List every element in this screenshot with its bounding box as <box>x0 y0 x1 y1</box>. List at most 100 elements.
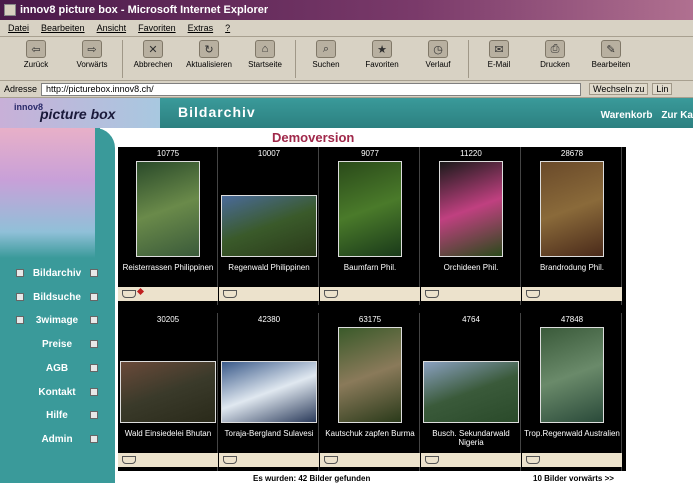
basket-icon[interactable] <box>122 456 136 464</box>
nav-label: 3wimage <box>35 314 79 326</box>
toolbar-button-10[interactable]: ✎ Bearbeiten <box>585 37 637 69</box>
image-caption: Trop.Regenwald Australien <box>524 429 620 438</box>
address-input[interactable]: http://picturebox.innov8.ch/ <box>41 82 582 96</box>
nav-item-bildarchiv[interactable]: Bildarchiv <box>16 266 98 280</box>
nav-item-agb[interactable]: AGB <box>16 361 98 375</box>
thumbnail-image[interactable] <box>338 161 402 257</box>
image-grid: 10775 Reisterrassen Philippinen 10007 Regen… <box>118 147 626 471</box>
cart-strip <box>219 453 319 467</box>
image-card[interactable]: 11220 Orchideen Phil. <box>421 147 521 305</box>
image-caption: Brandrodung Phil. <box>539 263 605 272</box>
print-icon: ⎙ <box>545 40 565 58</box>
basket-icon[interactable] <box>324 290 338 298</box>
sidebar <box>0 128 100 483</box>
thumbnail-image[interactable] <box>439 161 503 257</box>
toolbar-separator <box>295 40 296 78</box>
nav-item-3wimage[interactable]: 3wimage <box>16 313 98 327</box>
thumbnail-image[interactable] <box>423 361 519 423</box>
nav-label: Admin <box>41 433 73 445</box>
search-icon: ⌕ <box>316 40 336 58</box>
toolbar-button-1[interactable]: ⇨ Vorwärts <box>66 37 118 69</box>
thumbnail-image[interactable] <box>221 361 317 423</box>
toolbar-button-8[interactable]: ✉ E-Mail <box>473 37 525 69</box>
cart-strip <box>421 453 521 467</box>
toolbar-button-9[interactable]: ⎙ Drucken <box>529 37 581 69</box>
toolbar-button-5[interactable]: ⌕ Suchen <box>300 37 352 69</box>
cart-link[interactable]: Warenkorb <box>601 110 653 121</box>
image-card[interactable]: 30205 Wald Einsiedelei Bhutan <box>118 313 218 471</box>
basket-icon[interactable] <box>223 290 237 298</box>
toolbar-separator <box>122 40 123 78</box>
basket-icon[interactable] <box>425 456 439 464</box>
image-caption: Regenwald Philippinen <box>228 263 310 272</box>
image-id: 47848 <box>560 315 584 324</box>
thumbnail-image[interactable] <box>136 161 200 257</box>
menu-item-4[interactable]: Extras <box>188 23 214 33</box>
thumbnail-image[interactable] <box>120 361 216 423</box>
toolbar-button-2[interactable]: ✕ Abbrechen <box>127 37 179 69</box>
cart-strip <box>320 287 420 301</box>
menu-item-0[interactable]: Datei <box>8 23 29 33</box>
toolbar-button-4[interactable]: ⌂ Startseite <box>239 37 291 69</box>
nav-label: Preise <box>41 338 73 350</box>
image-card[interactable]: 9077 Baumfarn Phil. <box>320 147 420 305</box>
nav-item-admin[interactable]: Admin <box>16 432 98 446</box>
cart-strip <box>118 287 218 301</box>
image-id: 28678 <box>560 149 584 158</box>
image-caption: Toraja-Bergland Sulavesi <box>224 429 314 438</box>
image-caption: Kautschuk zapfen Burma <box>325 429 415 438</box>
menu-item-2[interactable]: Ansicht <box>97 23 127 33</box>
toolbar-button-7[interactable]: ◷ Verlauf <box>412 37 464 69</box>
toolbar-label: Bearbeiten <box>591 60 631 69</box>
site-logo[interactable]: innov8 picture box <box>0 98 160 128</box>
image-card[interactable]: 4764 Busch. Sekundarwald Nigeria <box>421 313 521 471</box>
image-id: 42380 <box>257 315 281 324</box>
basket-icon[interactable] <box>324 456 338 464</box>
thumbnail-image[interactable] <box>540 327 604 423</box>
toolbar-button-0[interactable]: ⇦ Zurück <box>10 37 62 69</box>
nav-bullet-icon <box>89 364 98 372</box>
toolbar-button-3[interactable]: ↻ Aktualisieren <box>183 37 235 69</box>
image-card[interactable]: 10007 Regenwald Philippinen <box>219 147 319 305</box>
image-caption: Wald Einsiedelei Bhutan <box>124 429 212 438</box>
basket-icon[interactable] <box>526 290 540 298</box>
sidebar-curve <box>95 128 115 483</box>
thumbnail-image[interactable] <box>338 327 402 423</box>
basket-icon[interactable] <box>122 290 136 298</box>
next-page-link[interactable]: 10 Bilder vorwärts >> <box>533 474 614 483</box>
basket-icon[interactable] <box>425 290 439 298</box>
ie-app-icon <box>4 4 16 16</box>
image-card[interactable]: 63175 Kautschuk zapfen Burma <box>320 313 420 471</box>
basket-icon[interactable] <box>223 456 237 464</box>
menu-item-1[interactable]: Bearbeiten <box>41 23 85 33</box>
section-title: Bildarchiv <box>178 104 256 120</box>
image-caption: Orchideen Phil. <box>443 263 499 272</box>
nav-item-hilfe[interactable]: Hilfe <box>16 408 98 422</box>
image-id: 63175 <box>358 315 382 324</box>
browser-toolbar: ⇦ Zurück ⇨ Vorwärts ✕ Abbrechen ↻ Aktualisieren… <box>0 37 693 81</box>
sidebar-gradient <box>0 128 95 258</box>
thumbnail-image[interactable] <box>540 161 604 257</box>
nav-item-kontakt[interactable]: Kontakt <box>16 385 98 399</box>
links-button[interactable]: Lin <box>652 83 673 95</box>
thumbnail-image[interactable] <box>221 195 317 257</box>
menu-item-5[interactable]: ? <box>225 23 230 33</box>
nav-item-preise[interactable]: Preise <box>16 337 98 351</box>
toolbar-label: Suchen <box>312 60 340 69</box>
nav-bullet-icon <box>89 411 98 419</box>
image-card[interactable]: 47848 Trop.Regenwald Australien <box>522 313 622 471</box>
go-button[interactable]: Wechseln zu <box>589 83 649 95</box>
toolbar-label: Favoriten <box>365 60 399 69</box>
window-title: innov8 picture box - Microsoft Internet … <box>20 4 269 16</box>
image-card[interactable]: 42380 Toraja-Bergland Sulavesi <box>219 313 319 471</box>
toolbar-button-6[interactable]: ★ Favoriten <box>356 37 408 69</box>
basket-icon[interactable] <box>526 456 540 464</box>
back-arrow-icon: ⇦ <box>26 40 46 58</box>
menu-item-3[interactable]: Favoriten <box>138 23 176 33</box>
image-card[interactable]: 28678 Brandrodung Phil. <box>522 147 622 305</box>
image-card[interactable]: 10775 Reisterrassen Philippinen <box>118 147 218 305</box>
nav-item-bildsuche[interactable]: Bildsuche <box>16 290 98 304</box>
nav-label: AGB <box>45 362 69 374</box>
edit-icon: ✎ <box>601 40 621 58</box>
checkout-link[interactable]: Zur Ka <box>661 110 693 121</box>
